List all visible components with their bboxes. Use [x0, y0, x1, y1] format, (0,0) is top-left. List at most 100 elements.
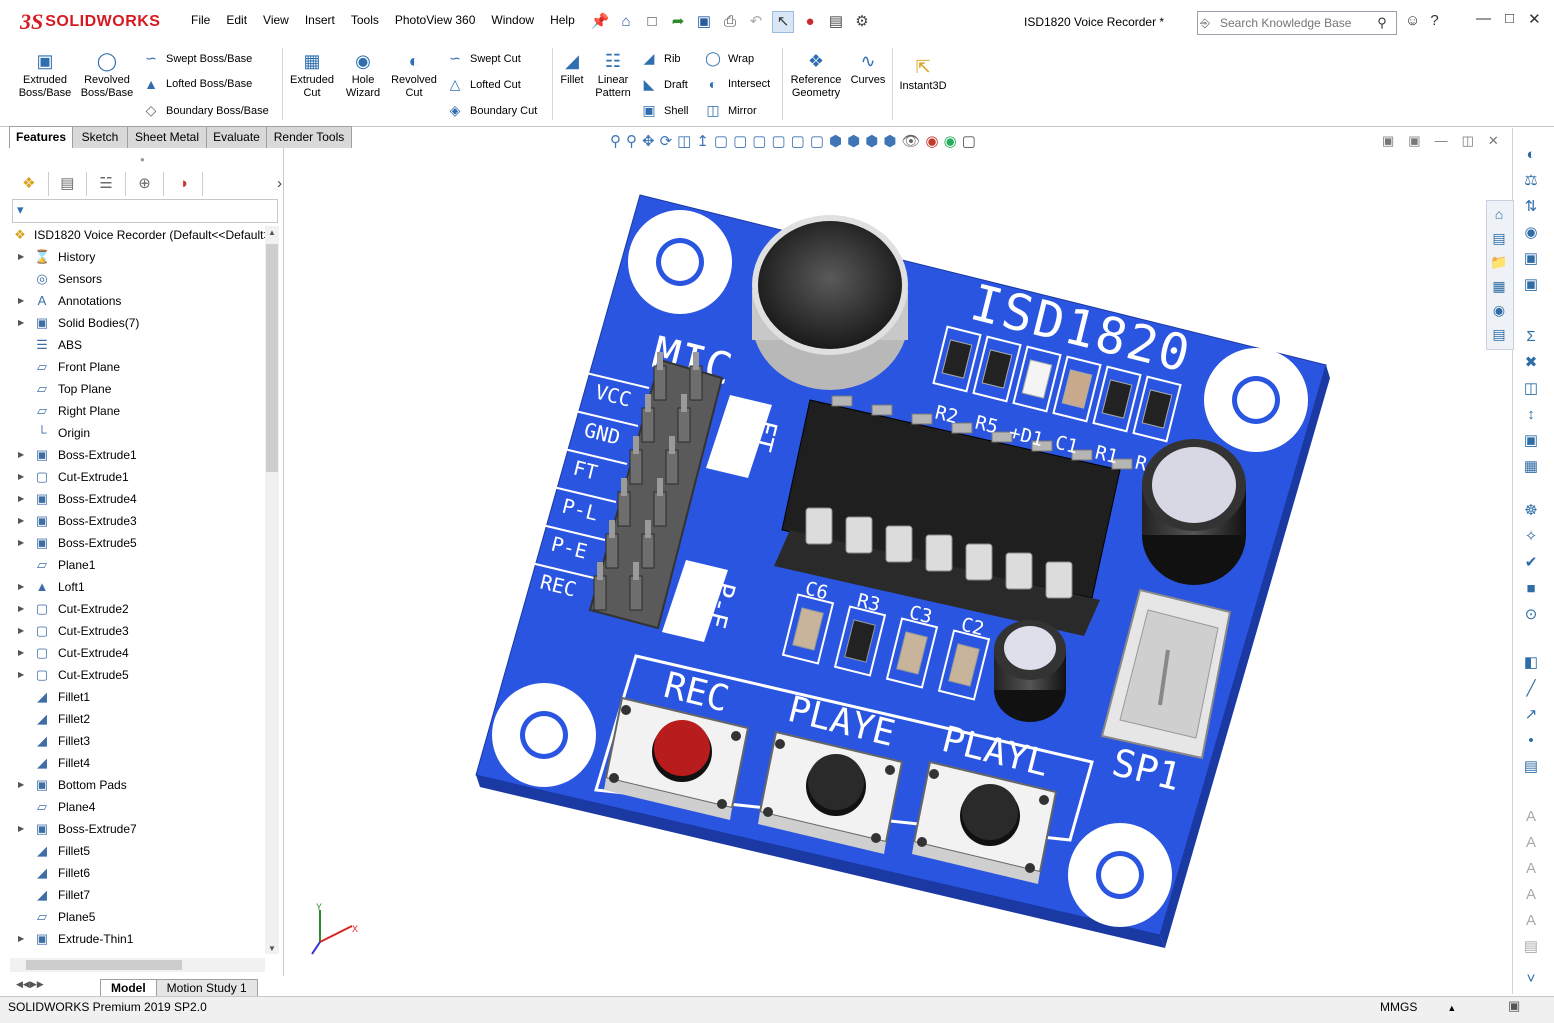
- tree-item[interactable]: ▶ ▢ Cut-Extrude3: [10, 620, 265, 642]
- menu-help[interactable]: Help: [542, 13, 583, 27]
- note5-icon[interactable]: A: [1520, 910, 1542, 932]
- zoom-to-area-icon[interactable]: ⚲: [626, 132, 637, 150]
- tree-item[interactable]: ▶ ⌛ History: [10, 246, 265, 268]
- view-top-icon[interactable]: ▢: [791, 132, 805, 150]
- expand-arrow-icon[interactable]: ▶: [18, 510, 28, 532]
- tree-item[interactable]: ▶ ▢ Cut-Extrude5: [10, 664, 265, 686]
- search-icon[interactable]: ⚲: [1372, 13, 1392, 33]
- tree-item[interactable]: ◢ Fillet7: [10, 884, 265, 906]
- tab-evaluate[interactable]: Evaluate: [206, 126, 267, 148]
- file-explorer-icon[interactable]: 📁: [1489, 252, 1509, 272]
- revolved-boss-button[interactable]: ◯ Revolved Boss/Base: [78, 50, 136, 100]
- menu-view[interactable]: View: [255, 13, 297, 27]
- search-input[interactable]: [1218, 15, 1372, 31]
- graphics-area[interactable]: ISD1820 MIC SP1 VCCGNDFTP-LP-EREC FT P-E…: [284, 150, 1512, 978]
- solidworks-resources-home-icon[interactable]: ⌂: [1489, 204, 1509, 224]
- tab-sketch[interactable]: Sketch: [72, 126, 128, 148]
- tab-model[interactable]: Model: [100, 979, 157, 997]
- tab-render-tools[interactable]: Render Tools: [266, 126, 352, 148]
- note2-icon[interactable]: A: [1520, 832, 1542, 854]
- lofted-cut-button[interactable]: △ Lofted Cut: [446, 76, 521, 93]
- note-icon[interactable]: A: [1520, 806, 1542, 828]
- featuremanager-tree-icon[interactable]: ❖: [10, 172, 49, 196]
- pin-icon[interactable]: 📌: [590, 12, 610, 32]
- tree-item[interactable]: ▱ Right Plane: [10, 400, 265, 422]
- tree-item[interactable]: ▶ ▲ Loft1: [10, 576, 265, 598]
- menu-tools[interactable]: Tools: [343, 13, 387, 27]
- tree-item[interactable]: ◢ Fillet5: [10, 840, 265, 862]
- tree-item[interactable]: ▶ ▣ Boss-Extrude1: [10, 444, 265, 466]
- tree-item[interactable]: ▱ Top Plane: [10, 378, 265, 400]
- tree-item[interactable]: └ Origin: [10, 422, 265, 444]
- tree-item[interactable]: ▶ ▣ Boss-Extrude4: [10, 488, 265, 510]
- split-icon[interactable]: ◫: [1520, 378, 1542, 400]
- tree-item[interactable]: ◢ Fillet1: [10, 686, 265, 708]
- tree-item[interactable]: ▶ ▣ Boss-Extrude5: [10, 532, 265, 554]
- linear-pattern-button[interactable]: ☷ Linear Pattern: [592, 50, 634, 100]
- wrap-button[interactable]: ◯ Wrap: [704, 50, 754, 67]
- lofted-boss-button[interactable]: ▲ Lofted Boss/Base: [142, 76, 252, 92]
- expand-arrow-icon[interactable]: ▶: [18, 444, 28, 466]
- open-icon[interactable]: ➦: [668, 12, 688, 32]
- tab-nav-icons[interactable]: ◀◀▶▶: [16, 979, 44, 990]
- pan-icon[interactable]: ✥: [642, 132, 655, 150]
- view-trimetric-icon[interactable]: ⬢: [847, 132, 860, 150]
- tree-item[interactable]: ▶ A Annotations: [10, 290, 265, 312]
- normal-to-icon[interactable]: ↥: [696, 132, 709, 150]
- hole-wizard-button[interactable]: ◉ Hole Wizard: [340, 50, 386, 100]
- menu-photoview[interactable]: PhotoView 360: [387, 13, 484, 27]
- view-front-icon[interactable]: ▢: [714, 132, 728, 150]
- new-document-icon[interactable]: □: [642, 12, 662, 32]
- view-dimetric-icon[interactable]: ⬢: [865, 132, 878, 150]
- measure-icon[interactable]: ⚖: [1520, 170, 1542, 192]
- expand-arrow-icon[interactable]: ▶: [18, 576, 28, 598]
- status-icon[interactable]: ▣: [1508, 998, 1520, 1014]
- coordinate-triad[interactable]: X Y: [306, 902, 366, 958]
- vector-icon[interactable]: ↗: [1520, 704, 1542, 726]
- tree-item[interactable]: ☰ ABS: [10, 334, 265, 356]
- search-scope-icon[interactable]: ⎆: [1198, 13, 1212, 33]
- expand-arrow-icon[interactable]: ▶: [18, 246, 28, 268]
- chevron-right-icon[interactable]: ›: [203, 172, 282, 196]
- expand-arrow-icon[interactable]: ▶: [18, 598, 28, 620]
- displaymanager-icon[interactable]: ◑: [164, 172, 203, 196]
- check-icon[interactable]: ▣: [1520, 248, 1542, 270]
- tools-icon[interactable]: ✖: [1520, 352, 1542, 374]
- swept-cut-button[interactable]: ∽ Swept Cut: [446, 50, 521, 67]
- sigma-icon[interactable]: Σ: [1520, 326, 1542, 348]
- print-icon[interactable]: ⎙: [720, 12, 740, 32]
- minimize-icon[interactable]: —: [1476, 10, 1491, 28]
- tab-features[interactable]: Features: [9, 126, 73, 148]
- rebuild-traffic-light-icon[interactable]: ●: [800, 12, 820, 32]
- tree-item[interactable]: ▱ Plane5: [10, 906, 265, 928]
- geometry-analysis-icon[interactable]: ▣: [1520, 274, 1542, 296]
- tree-item[interactable]: ▶ ▣ Extrude-Thin1: [10, 928, 265, 950]
- menu-edit[interactable]: Edit: [218, 13, 255, 27]
- file-properties-icon[interactable]: ▤: [826, 12, 846, 32]
- view-right-icon[interactable]: ▢: [771, 132, 785, 150]
- unit-system[interactable]: MMGS ▲: [1380, 1000, 1456, 1014]
- edit-appearance-icon[interactable]: ◉: [926, 132, 939, 150]
- home-icon[interactable]: ⌂: [616, 12, 636, 32]
- tree-item[interactable]: ◢ Fillet2: [10, 708, 265, 730]
- tree-item[interactable]: ▱ Front Plane: [10, 356, 265, 378]
- view-settings-icon[interactable]: ▢: [962, 132, 976, 150]
- viewport-next-icon[interactable]: ▣: [1408, 133, 1420, 149]
- compare-icon[interactable]: ▣: [1520, 430, 1542, 452]
- expand-arrow-icon[interactable]: ▶: [18, 928, 28, 950]
- fillet-button[interactable]: ◢ Fillet: [556, 50, 588, 87]
- note3-icon[interactable]: A: [1520, 858, 1542, 880]
- viewport-prev-icon[interactable]: ▣: [1382, 133, 1394, 149]
- rotate-icon[interactable]: ⟳: [660, 132, 673, 150]
- mass-properties-icon[interactable]: ⇅: [1520, 196, 1542, 218]
- configurationmanager-icon[interactable]: ☱: [87, 172, 126, 196]
- draft-button[interactable]: ◣ Draft: [640, 76, 688, 93]
- tree-item[interactable]: ◢ Fillet3: [10, 730, 265, 752]
- appearances-icon[interactable]: ◉: [1489, 300, 1509, 320]
- boundary-cut-button[interactable]: ◈ Boundary Cut: [446, 102, 538, 119]
- menu-window[interactable]: Window: [483, 13, 542, 27]
- zoom-to-fit-icon[interactable]: ⚲: [610, 132, 621, 150]
- tree-filter[interactable]: ▾: [12, 199, 278, 223]
- expand-arrow-icon[interactable]: ▶: [18, 642, 28, 664]
- maximize-icon[interactable]: □: [1505, 10, 1514, 28]
